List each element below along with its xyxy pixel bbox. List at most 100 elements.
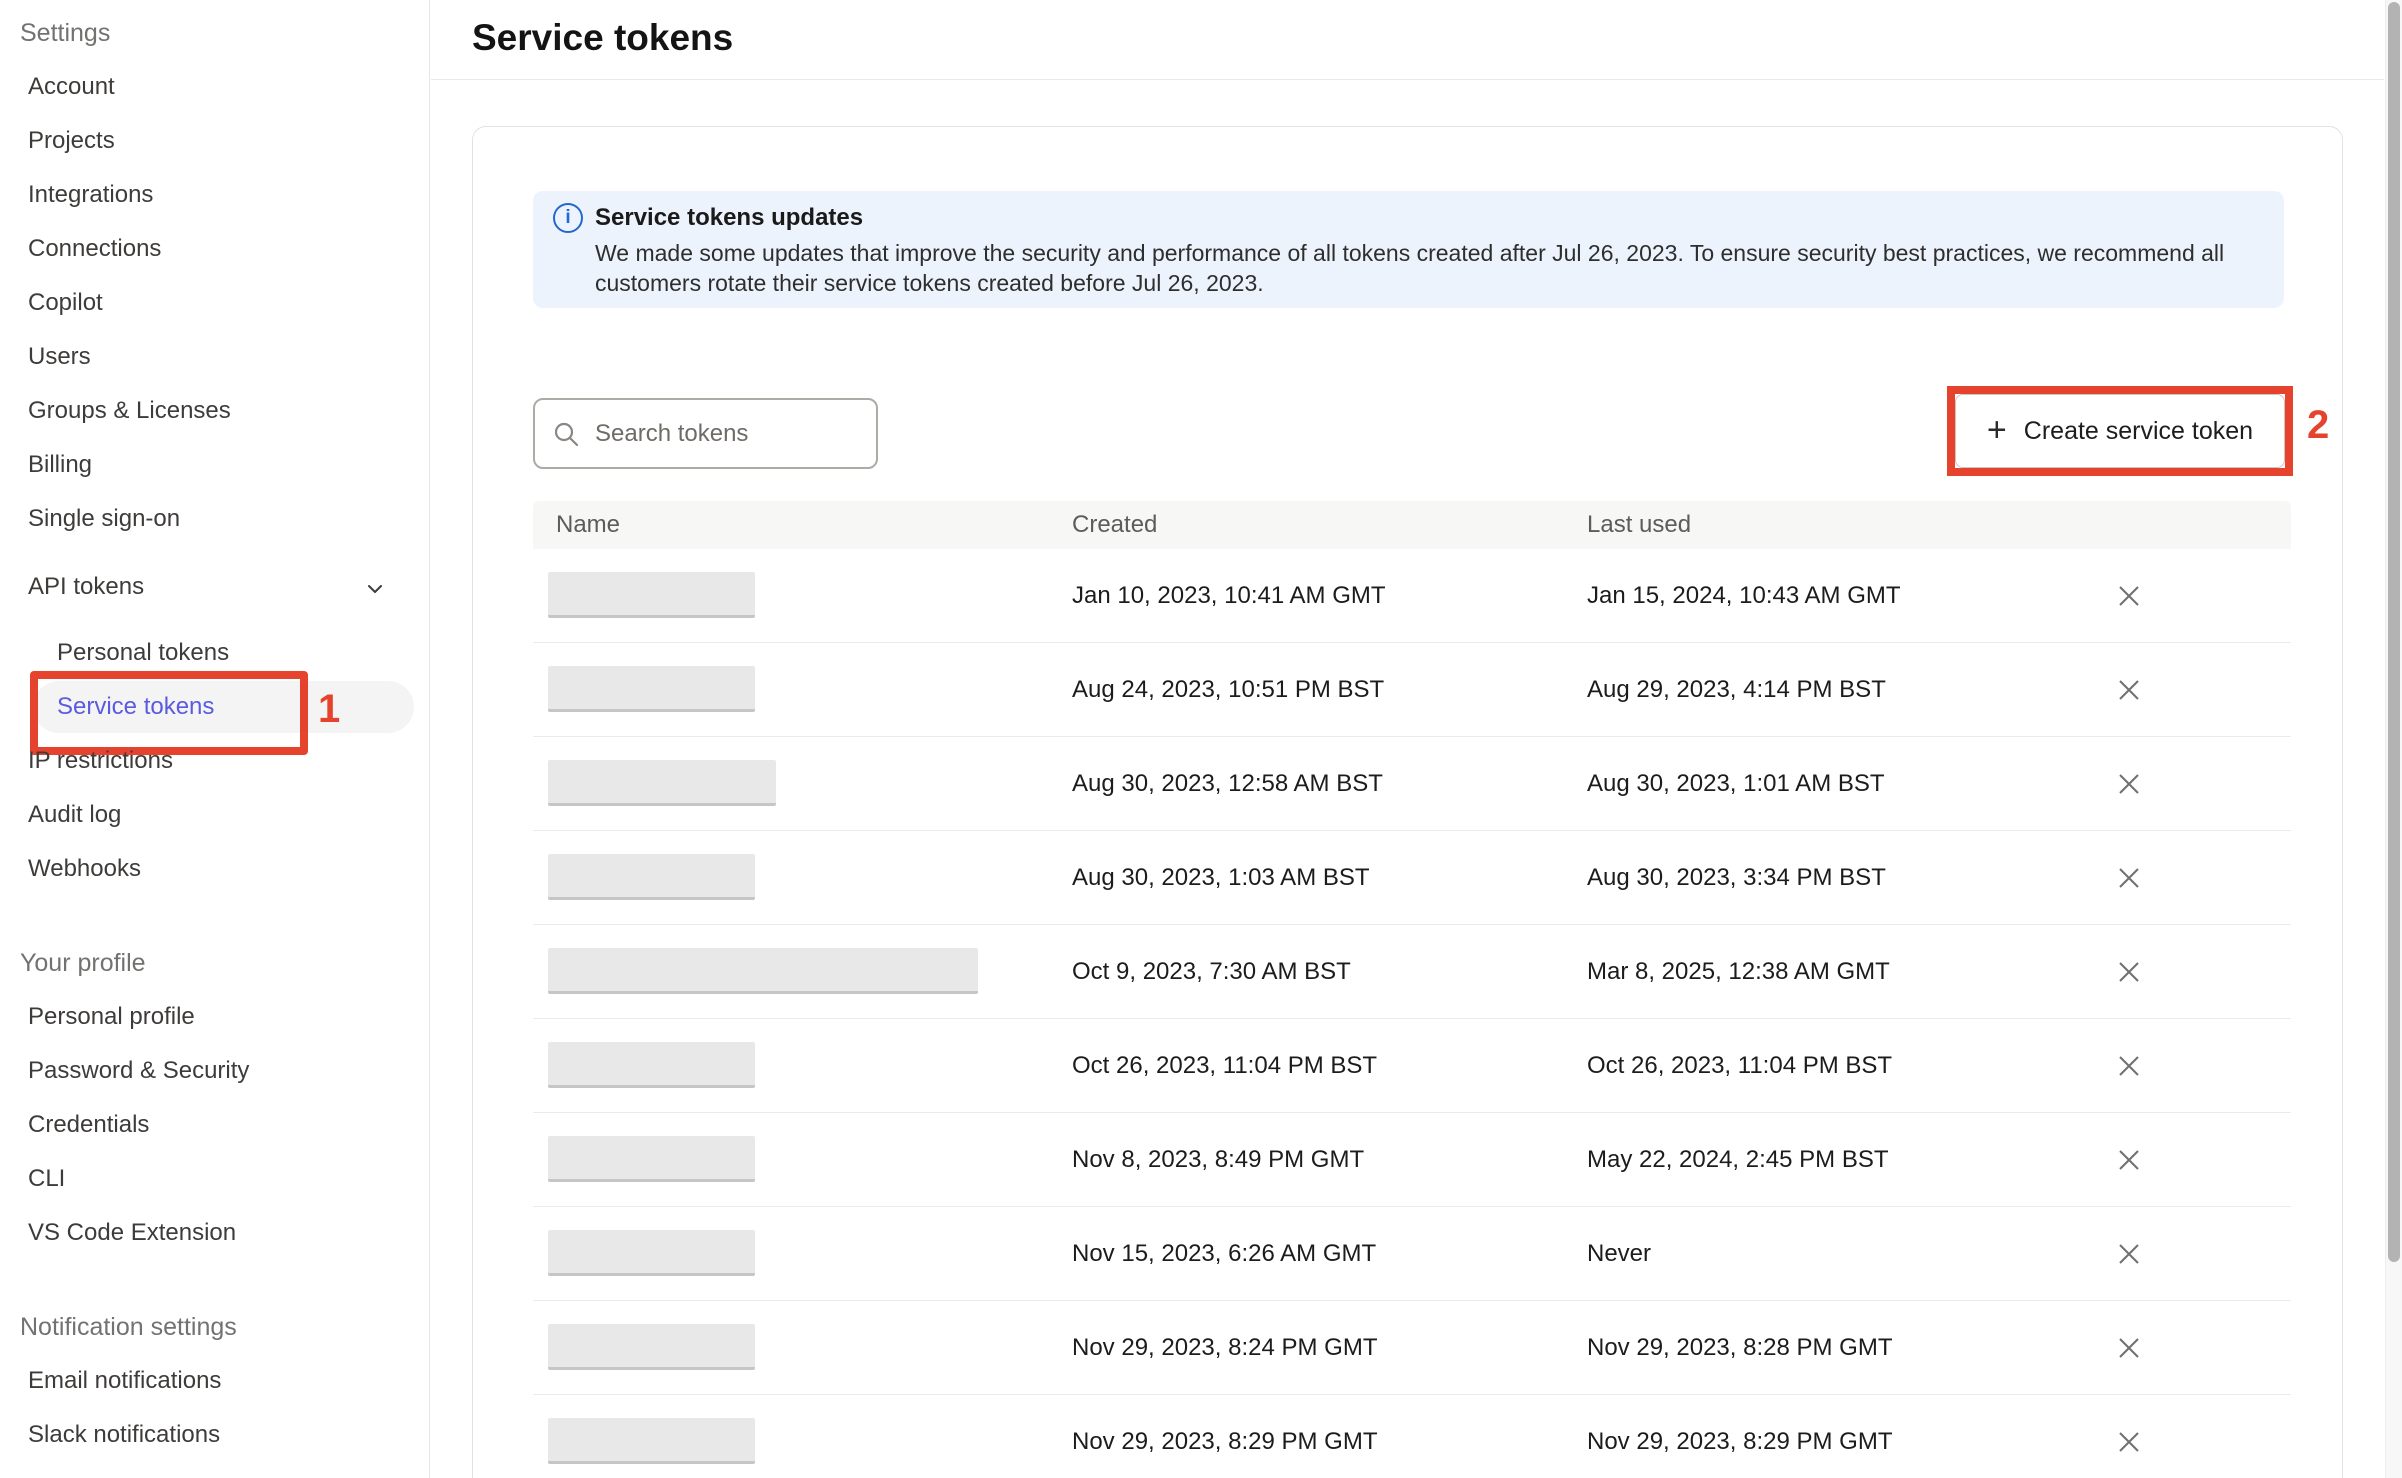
sidebar-item-groups-licenses[interactable]: Groups & Licenses <box>0 384 429 438</box>
delete-token-button[interactable] <box>2111 766 2147 802</box>
close-icon <box>2117 1148 2141 1172</box>
token-name-redacted <box>548 854 755 900</box>
token-created: Nov 8, 2023, 8:49 PM GMT <box>1072 1113 1364 1207</box>
sidebar-item-single-sign-on[interactable]: Single sign-on <box>0 492 429 546</box>
table-row: Oct 9, 2023, 7:30 AM BST Mar 8, 2025, 12… <box>533 925 2291 1019</box>
column-header-last-used: Last used <box>1587 501 1691 549</box>
sidebar-item-password-security[interactable]: Password & Security <box>0 1044 429 1098</box>
token-created: Oct 26, 2023, 11:04 PM BST <box>1072 1019 1377 1113</box>
info-icon: i <box>553 203 583 233</box>
sidebar-item-vs-code-extension[interactable]: VS Code Extension <box>0 1206 429 1260</box>
delete-token-button[interactable] <box>2111 1142 2147 1178</box>
sidebar-item-service-tokens[interactable]: Service tokens 1 <box>0 680 429 734</box>
banner-body: We made some updates that improve the se… <box>595 238 2240 298</box>
column-header-created: Created <box>1072 501 1157 549</box>
sidebar-item-projects[interactable]: Projects <box>0 114 429 168</box>
sidebar-item-label: API tokens <box>28 573 144 600</box>
delete-token-button[interactable] <box>2111 954 2147 990</box>
close-icon <box>2117 678 2141 702</box>
token-last-used: Nov 29, 2023, 8:28 PM GMT <box>1587 1301 1892 1395</box>
delete-token-button[interactable] <box>2111 1048 2147 1084</box>
close-icon <box>2117 866 2141 890</box>
token-created: Nov 29, 2023, 8:29 PM GMT <box>1072 1395 1377 1478</box>
scrollbar-thumb[interactable] <box>2388 2 2400 1262</box>
table-row: Aug 30, 2023, 1:03 AM BST Aug 30, 2023, … <box>533 831 2291 925</box>
sidebar-item-ip-restrictions[interactable]: IP restrictions <box>0 734 429 788</box>
table-row: Oct 26, 2023, 11:04 PM BST Oct 26, 2023,… <box>533 1019 2291 1113</box>
sidebar-section-notification-settings: Notification settings <box>0 1300 429 1354</box>
close-icon <box>2117 584 2141 608</box>
annotation-number-1: 1 <box>318 689 340 729</box>
table-row: Nov 29, 2023, 8:24 PM GMT Nov 29, 2023, … <box>533 1301 2291 1395</box>
token-created: Nov 29, 2023, 8:24 PM GMT <box>1072 1301 1377 1395</box>
sidebar-item-connections[interactable]: Connections <box>0 222 429 276</box>
sidebar-item-label: Service tokens <box>57 693 214 720</box>
token-created: Aug 30, 2023, 1:03 AM BST <box>1072 831 1370 925</box>
sidebar-item-slack-notifications[interactable]: Slack notifications <box>0 1408 429 1462</box>
table-row: Nov 29, 2023, 8:29 PM GMT Nov 29, 2023, … <box>533 1395 2291 1478</box>
token-name-redacted <box>548 572 755 618</box>
table-row: Nov 8, 2023, 8:49 PM GMT May 22, 2024, 2… <box>533 1113 2291 1207</box>
table-row: Aug 30, 2023, 12:58 AM BST Aug 30, 2023,… <box>533 737 2291 831</box>
token-created: Aug 30, 2023, 12:58 AM BST <box>1072 737 1383 831</box>
token-name-redacted <box>548 1042 755 1088</box>
table-row: Nov 15, 2023, 6:26 AM GMT Never <box>533 1207 2291 1301</box>
title-divider <box>431 79 2384 80</box>
sidebar-item-api-tokens[interactable]: API tokens <box>0 560 429 614</box>
token-name-redacted <box>548 1136 755 1182</box>
sidebar-item-email-notifications[interactable]: Email notifications <box>0 1354 429 1408</box>
token-last-used: May 22, 2024, 2:45 PM BST <box>1587 1113 1889 1207</box>
token-name-redacted <box>548 1230 755 1276</box>
annotation-box-2: + Create service token <box>1947 386 2293 476</box>
plus-icon: + <box>1987 413 2007 447</box>
close-icon <box>2117 1054 2141 1078</box>
sidebar-item-cli[interactable]: CLI <box>0 1152 429 1206</box>
token-created: Oct 9, 2023, 7:30 AM BST <box>1072 925 1351 1019</box>
token-created: Nov 15, 2023, 6:26 AM GMT <box>1072 1207 1376 1301</box>
delete-token-button[interactable] <box>2111 1330 2147 1366</box>
close-icon <box>2117 960 2141 984</box>
sidebar-item-copilot[interactable]: Copilot <box>0 276 429 330</box>
service-tokens-page: Settings Account Projects Integrations C… <box>0 0 2402 1478</box>
close-icon <box>2117 772 2141 796</box>
main-content: Service tokens i Service tokens updates … <box>430 0 2402 1478</box>
sidebar-item-users[interactable]: Users <box>0 330 429 384</box>
search-box <box>533 398 878 469</box>
delete-token-button[interactable] <box>2111 1236 2147 1272</box>
scrollbar-track[interactable] <box>2385 0 2402 1478</box>
page-title: Service tokens <box>472 16 733 60</box>
annotation-number-2: 2 <box>2307 405 2329 445</box>
delete-token-button[interactable] <box>2111 1424 2147 1460</box>
sidebar-item-personal-tokens[interactable]: Personal tokens <box>0 626 429 680</box>
sidebar-item-integrations[interactable]: Integrations <box>0 168 429 222</box>
sidebar-item-account[interactable]: Account <box>0 60 429 114</box>
sidebar-item-audit-log[interactable]: Audit log <box>0 788 429 842</box>
banner-title: Service tokens updates <box>595 204 863 232</box>
token-last-used: Aug 30, 2023, 1:01 AM BST <box>1587 737 1885 831</box>
sidebar-section-settings: Settings <box>0 6 429 60</box>
token-name-redacted <box>548 666 755 712</box>
sidebar-item-billing[interactable]: Billing <box>0 438 429 492</box>
search-input[interactable] <box>533 398 878 469</box>
sidebar-item-personal-profile[interactable]: Personal profile <box>0 990 429 1044</box>
token-last-used: Nov 29, 2023, 8:29 PM GMT <box>1587 1395 1892 1478</box>
sidebar-item-credentials[interactable]: Credentials <box>0 1098 429 1152</box>
delete-token-button[interactable] <box>2111 672 2147 708</box>
delete-token-button[interactable] <box>2111 578 2147 614</box>
create-button-label: Create service token <box>2024 417 2253 446</box>
token-name-redacted <box>548 948 978 994</box>
token-last-used: Mar 8, 2025, 12:38 AM GMT <box>1587 925 1890 1019</box>
token-name-redacted <box>548 1418 755 1464</box>
service-tokens-card: i Service tokens updates We made some up… <box>472 126 2343 1478</box>
sidebar-item-webhooks[interactable]: Webhooks <box>0 842 429 896</box>
create-service-token-button[interactable]: + Create service token <box>1955 394 2285 468</box>
close-icon <box>2117 1336 2141 1360</box>
token-last-used: Jan 15, 2024, 10:43 AM GMT <box>1587 549 1901 643</box>
table-header: Name Created Last used <box>533 501 2291 549</box>
table-row: Aug 24, 2023, 10:51 PM BST Aug 29, 2023,… <box>533 643 2291 737</box>
table-row: Jan 10, 2023, 10:41 AM GMT Jan 15, 2024,… <box>533 549 2291 643</box>
info-banner: i Service tokens updates We made some up… <box>533 191 2284 308</box>
delete-token-button[interactable] <box>2111 860 2147 896</box>
token-table-body: Jan 10, 2023, 10:41 AM GMT Jan 15, 2024,… <box>533 549 2291 1478</box>
chevron-down-icon <box>367 581 383 597</box>
